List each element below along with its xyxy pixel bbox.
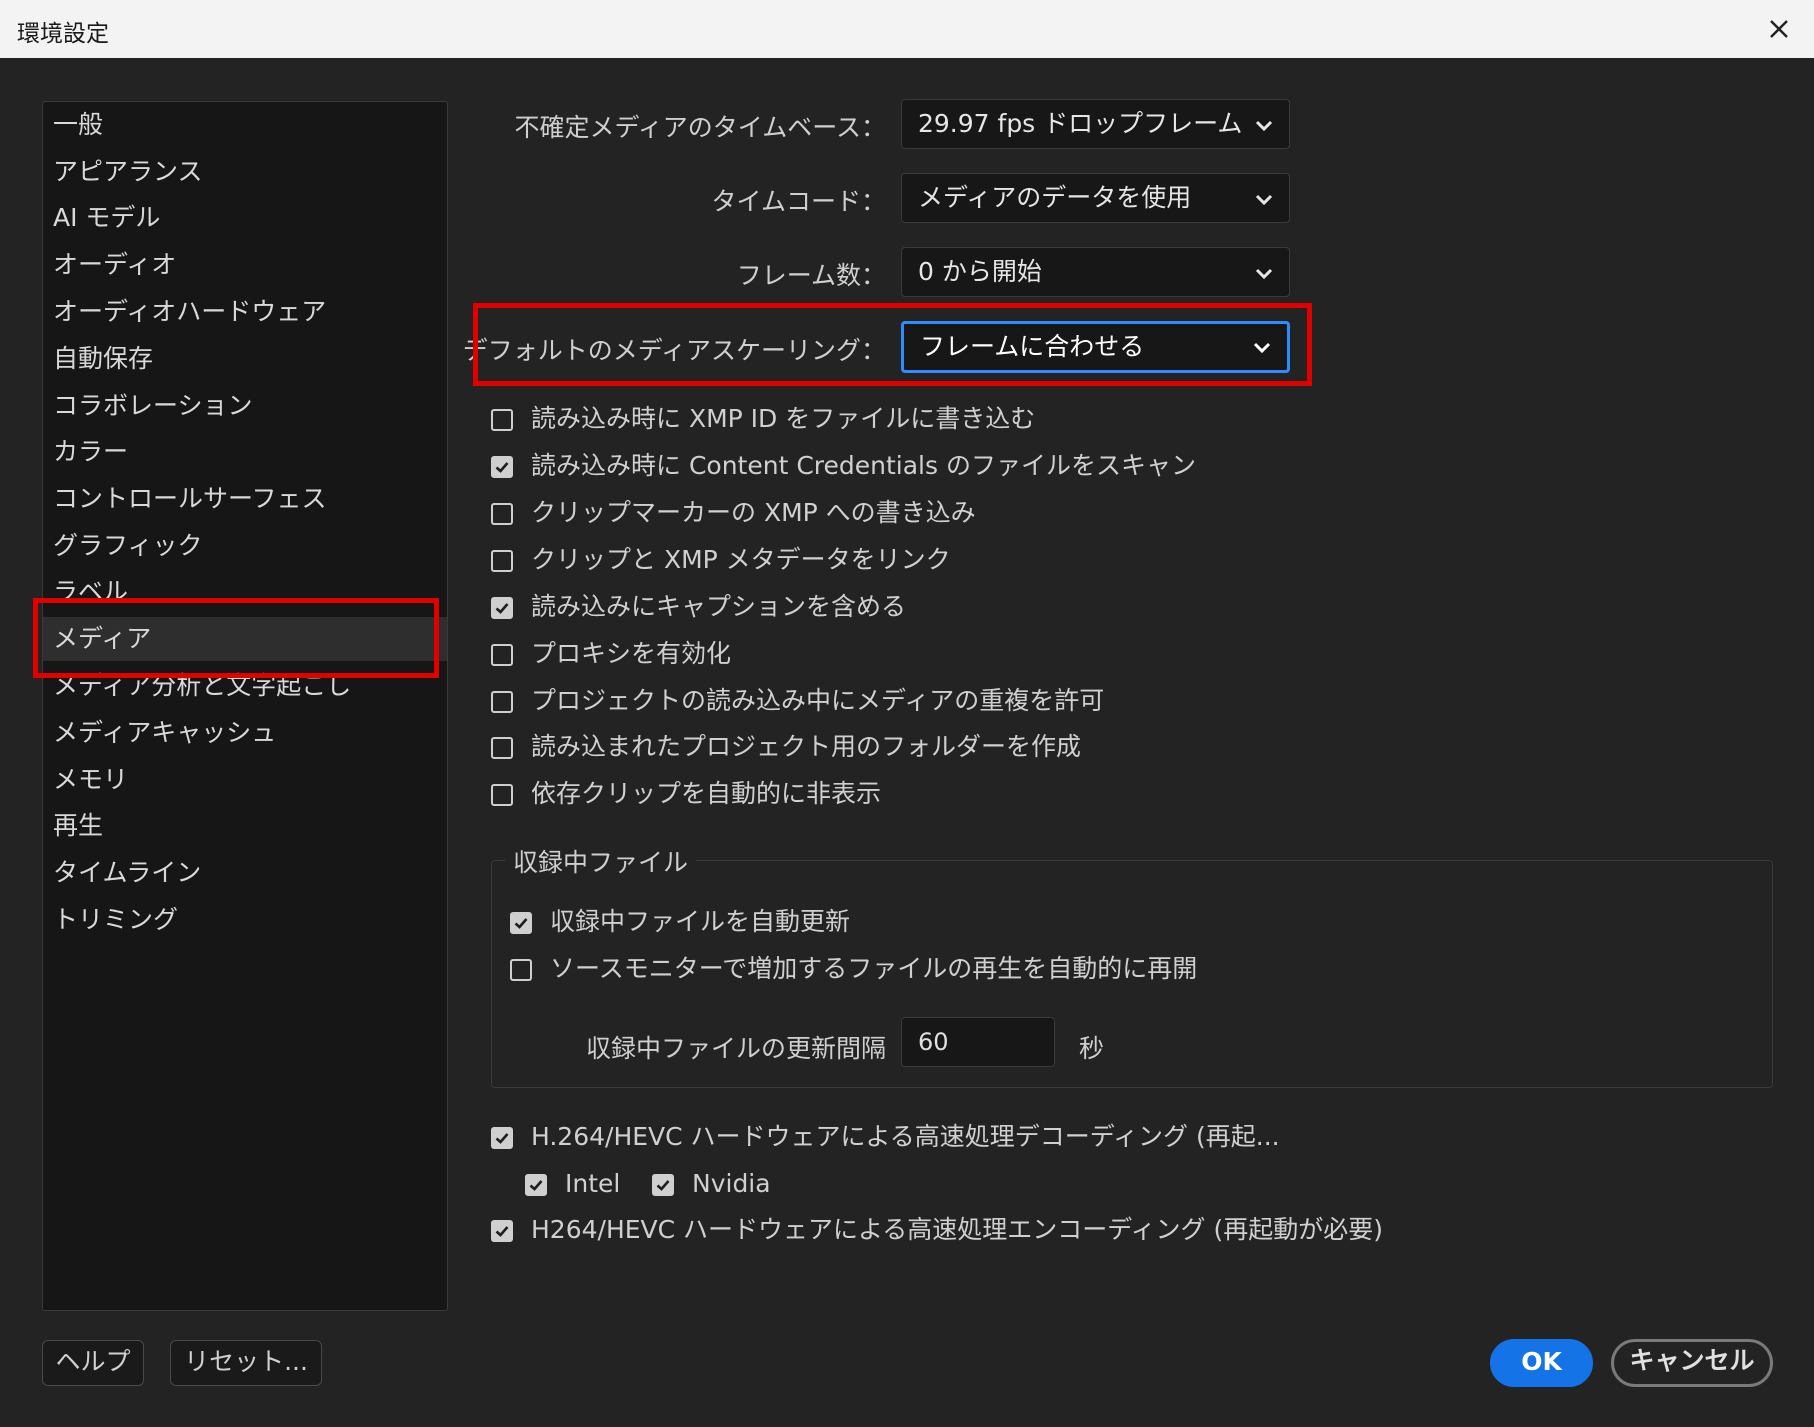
media-scaling-label: デフォルトのメディアスケーリング： — [462, 336, 886, 365]
sidebar-item-memory[interactable]: メモリ — [43, 758, 447, 802]
category-list: 一般 アピアランス AI モデル オーディオ オーディオハードウェア 自動保存 … — [42, 101, 448, 1311]
sidebar-item-control-surface[interactable]: コントロールサーフェス — [43, 477, 447, 521]
sidebar-item-timeline[interactable]: タイムライン — [43, 851, 447, 895]
sidebar-item-labels[interactable]: ラベル — [43, 570, 447, 614]
frame-count-label: フレーム数： — [736, 261, 886, 290]
window-title: 環境設定 — [17, 21, 109, 47]
timecode-label: タイムコード： — [711, 187, 886, 216]
auto-resume-checkbox[interactable] — [510, 959, 532, 981]
hw-decoding-label: H.264/HEVC ハードウェアによる高速処理デコーディング (再起... — [531, 1122, 1280, 1151]
help-button[interactable]: ヘルプ — [42, 1340, 144, 1386]
intel-checkbox[interactable] — [525, 1174, 547, 1196]
reset-button[interactable]: リセット... — [170, 1340, 322, 1386]
hide-dependent-clips-checkbox[interactable] — [491, 784, 513, 806]
allow-duplicate-media-label: プロジェクトの読み込み中にメディアの重複を許可 — [531, 686, 1105, 715]
sidebar-item-collaboration[interactable]: コラボレーション — [43, 384, 447, 428]
link-xmp-checkbox[interactable] — [491, 550, 513, 572]
frame-count-select[interactable]: 0 から開始 — [901, 247, 1290, 297]
write-xmp-id-checkbox[interactable] — [491, 409, 513, 431]
hide-dependent-clips-label: 依存クリップを自動的に非表示 — [531, 779, 882, 808]
intel-label: Intel — [565, 1169, 621, 1198]
timebase-label: 不確定メディアのタイムベース： — [514, 113, 886, 142]
auto-refresh-checkbox[interactable] — [510, 912, 532, 934]
sidebar-item-color[interactable]: カラー — [43, 430, 447, 474]
create-folder-label: 読み込まれたプロジェクト用のフォルダーを作成 — [531, 732, 1082, 761]
clip-marker-xmp-label: クリップマーカーの XMP への書き込み — [531, 498, 976, 527]
chevron-down-icon — [1255, 268, 1273, 280]
auto-refresh-label: 収録中ファイルを自動更新 — [550, 907, 851, 936]
chevron-down-icon — [1253, 342, 1271, 354]
timebase-select[interactable]: 29.97 fps ドロップフレーム — [901, 99, 1290, 149]
checkmark-icon — [656, 1180, 670, 1191]
sidebar-item-ai-models[interactable]: AI モデル — [43, 196, 447, 240]
frame-count-value: 0 から開始 — [918, 257, 1042, 286]
media-scaling-select[interactable]: フレームに合わせる — [901, 321, 1290, 373]
ok-button[interactable]: OK — [1490, 1339, 1593, 1387]
close-button[interactable] — [1762, 12, 1796, 46]
sidebar-item-general[interactable]: 一般 — [43, 103, 447, 147]
chevron-down-icon — [1255, 120, 1273, 132]
sidebar-item-trimming[interactable]: トリミング — [43, 898, 447, 942]
media-scaling-value: フレームに合わせる — [920, 332, 1145, 361]
sidebar-item-playback[interactable]: 再生 — [43, 804, 447, 848]
title-bar: 環境設定 — [0, 0, 1814, 59]
include-captions-label: 読み込みにキャプションを含める — [531, 592, 907, 621]
include-captions-checkbox[interactable] — [491, 597, 513, 619]
clip-marker-xmp-checkbox[interactable] — [491, 503, 513, 525]
sidebar-item-autosave[interactable]: 自動保存 — [43, 337, 447, 381]
cancel-button[interactable]: キャンセル — [1611, 1339, 1773, 1387]
sidebar-item-audio-hardware[interactable]: オーディオハードウェア — [43, 290, 447, 334]
checkmark-icon — [495, 462, 509, 473]
refresh-interval-unit: 秒 — [1079, 1034, 1105, 1063]
timecode-select[interactable]: メディアのデータを使用 — [901, 173, 1290, 223]
timecode-value: メディアのデータを使用 — [918, 183, 1192, 212]
sidebar-item-media[interactable]: メディア — [43, 617, 447, 661]
link-xmp-label: クリップと XMP メタデータをリンク — [531, 545, 951, 574]
allow-duplicate-media-checkbox[interactable] — [491, 691, 513, 713]
growing-files-legend: 収録中ファイル — [505, 843, 697, 879]
chevron-down-icon — [1255, 194, 1273, 206]
nvidia-label: Nvidia — [692, 1169, 771, 1198]
write-xmp-id-label: 読み込み時に XMP ID をファイルに書き込む — [531, 404, 1036, 433]
hw-encoding-label: H264/HEVC ハードウェアによる高速処理エンコーディング (再起動が必要) — [531, 1215, 1383, 1244]
nvidia-checkbox[interactable] — [652, 1174, 674, 1196]
checkmark-icon — [495, 1226, 509, 1237]
auto-resume-label: ソースモニターで増加するファイルの再生を自動的に再開 — [550, 954, 1198, 983]
checkmark-icon — [514, 918, 528, 929]
hw-encoding-checkbox[interactable] — [491, 1220, 513, 1242]
sidebar-item-media-cache[interactable]: メディアキャッシュ — [43, 711, 447, 755]
content-credentials-label: 読み込み時に Content Credentials のファイルをスキャン — [531, 451, 1196, 480]
enable-proxies-label: プロキシを有効化 — [531, 639, 732, 668]
hw-decoding-checkbox[interactable] — [491, 1127, 513, 1149]
checkmark-icon — [529, 1180, 543, 1191]
sidebar-item-graphics[interactable]: グラフィック — [43, 524, 447, 568]
refresh-interval-input[interactable]: 60 — [901, 1017, 1055, 1067]
refresh-interval-label: 収録中ファイルの更新間隔 — [585, 1034, 886, 1063]
enable-proxies-checkbox[interactable] — [491, 644, 513, 666]
create-folder-checkbox[interactable] — [491, 737, 513, 759]
checkmark-icon — [495, 603, 509, 614]
content-credentials-checkbox[interactable] — [491, 456, 513, 478]
sidebar-item-audio[interactable]: オーディオ — [43, 243, 447, 287]
sidebar-item-appearance[interactable]: アピアランス — [43, 150, 447, 194]
sidebar-item-media-intelligence[interactable]: メディア分析と文字起こし — [43, 664, 447, 708]
close-icon — [1770, 20, 1788, 38]
checkmark-icon — [495, 1133, 509, 1144]
timebase-value: 29.97 fps ドロップフレーム — [918, 109, 1243, 138]
